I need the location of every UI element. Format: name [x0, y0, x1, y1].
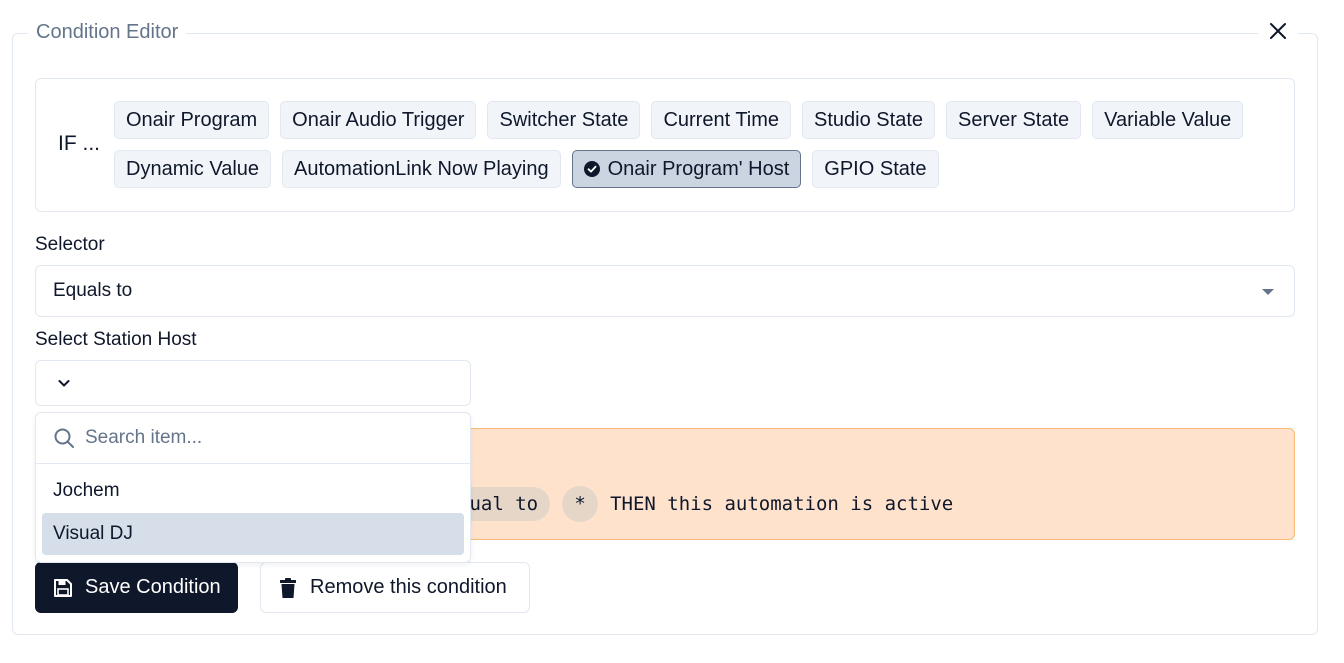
summary-result: THEN this automation is active [610, 493, 954, 515]
condition-chip-variable-value[interactable]: Variable Value [1092, 101, 1244, 139]
condition-type-picker: IF ... Onair Program Onair Audio Trigger… [35, 78, 1295, 212]
search-icon [54, 428, 74, 448]
condition-chip-switcher-state[interactable]: Switcher State [487, 101, 641, 139]
condition-editor-title: Condition Editor [28, 20, 187, 44]
if-prefix-label: IF ... [58, 132, 100, 155]
save-condition-label: Save Condition [85, 576, 221, 598]
condition-chip-onair-program[interactable]: Onair Program [114, 101, 270, 139]
remove-condition-label: Remove this condition [310, 576, 507, 598]
search-input[interactable] [85, 427, 425, 449]
save-condition-button[interactable]: Save Condition [35, 562, 238, 613]
condition-chip-onair-program-host[interactable]: Onair Program' Host [571, 150, 802, 188]
condition-chip-gpio-state[interactable]: GPIO State [812, 150, 939, 188]
remove-condition-button[interactable]: Remove this condition [260, 562, 530, 613]
condition-type-row-2: Dynamic Value AutomationLink Now Playing… [114, 150, 939, 188]
condition-chip-server-state[interactable]: Server State [946, 101, 1082, 139]
save-icon [54, 578, 72, 597]
selector-value: Equals to [53, 280, 133, 301]
condition-chip-studio-state[interactable]: Studio State [802, 101, 935, 139]
station-host-select[interactable] [35, 360, 471, 406]
selector-label: Selector [35, 234, 105, 255]
dropdown-search [36, 413, 470, 464]
chevron-down-icon [58, 380, 70, 387]
selector-dropdown[interactable]: Equals to [35, 265, 1295, 317]
condition-chip-dynamic-value[interactable]: Dynamic Value [114, 150, 272, 188]
condition-chip-automationlink-now-playing[interactable]: AutomationLink Now Playing [282, 150, 561, 188]
trash-icon [280, 577, 296, 598]
host-option-visual-dj[interactable]: Visual DJ [42, 513, 464, 555]
station-host-dropdown: Jochem Visual DJ [35, 412, 471, 563]
close-button[interactable] [1258, 14, 1298, 48]
condition-chip-onair-audio-trigger[interactable]: Onair Audio Trigger [280, 101, 477, 139]
caret-down-icon [1262, 289, 1274, 295]
condition-type-row-1: Onair Program Onair Audio Trigger Switch… [114, 101, 1244, 139]
summary-value: * [562, 486, 599, 522]
check-circle-icon [583, 161, 600, 177]
condition-summary-row: qual to * THEN this automation is active [436, 486, 954, 522]
condition-chip-current-time[interactable]: Current Time [651, 101, 792, 139]
host-option-jochem[interactable]: Jochem [42, 470, 464, 512]
close-icon [1270, 23, 1286, 39]
station-host-label: Select Station Host [35, 329, 197, 350]
